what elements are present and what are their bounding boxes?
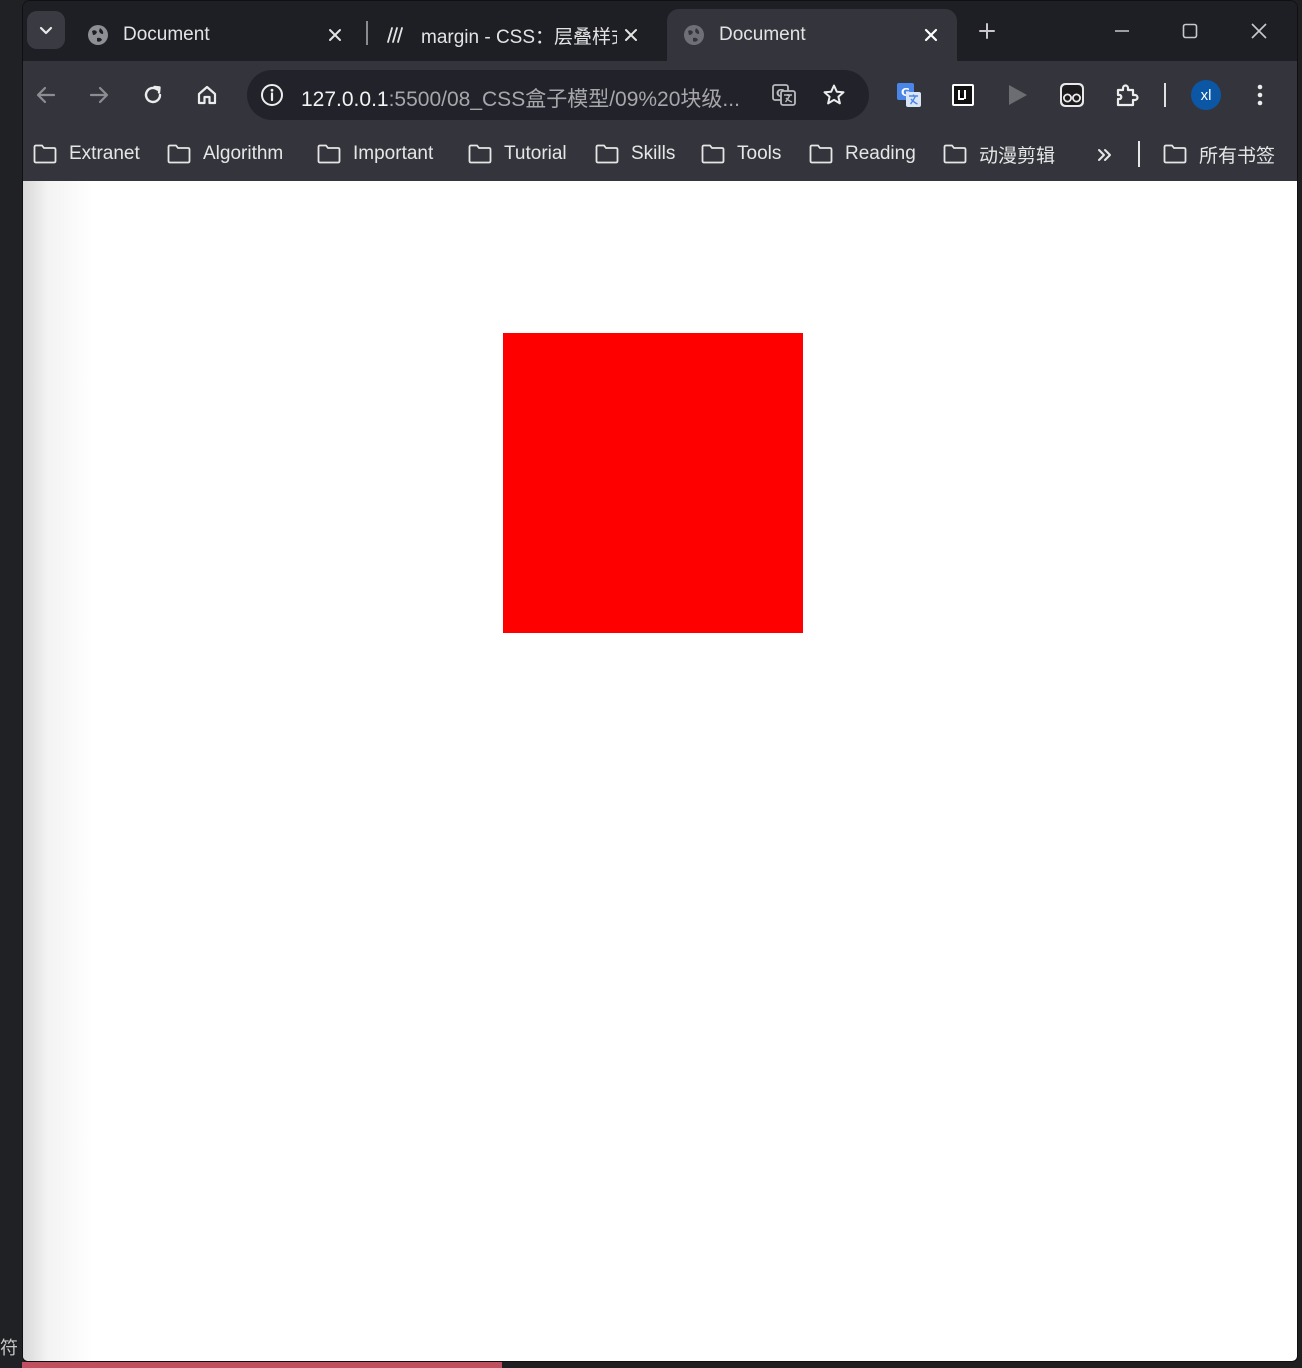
translate-icon[interactable]: G	[769, 80, 799, 110]
more-vertical-icon	[1256, 83, 1264, 107]
bookmarks-bar: Extranet Algorithm Important Tutorial Sk…	[23, 129, 1297, 181]
bookmark-label: Important	[353, 143, 434, 164]
bookmark-folder-anime-edit[interactable]: 动漫剪辑	[943, 139, 1055, 169]
maximize-button[interactable]	[1170, 13, 1210, 49]
folder-icon	[701, 144, 725, 164]
home-icon	[196, 84, 218, 106]
page-viewport	[23, 181, 1297, 1361]
bookmark-label: Tutorial	[504, 143, 567, 164]
url-text[interactable]: 127.0.0.1:5500/08_CSS盒子模型/09%20块级...	[301, 83, 751, 113]
double-chevron-right-icon	[1096, 146, 1114, 164]
close-icon[interactable]	[617, 21, 645, 49]
bookmark-folder-tools[interactable]: Tools	[701, 139, 781, 169]
bookmark-folder-reading[interactable]: Reading	[809, 139, 916, 169]
bookmark-label: 所有书签	[1199, 145, 1276, 167]
reload-icon	[142, 84, 164, 106]
arrow-right-icon	[88, 84, 110, 106]
red-block-box	[503, 333, 803, 633]
bookmark-folder-extranet[interactable]: Extranet	[33, 139, 140, 169]
tab-search-button[interactable]	[27, 11, 65, 49]
folder-icon	[943, 144, 967, 164]
globe-icon	[87, 24, 109, 46]
tab-strip: Document margin - CSS：层叠样式 Document	[23, 1, 1297, 61]
taskbar-accent-strip	[22, 1362, 502, 1368]
google-translate-icon: G	[895, 81, 923, 109]
close-icon[interactable]	[321, 21, 349, 49]
close-window-button[interactable]	[1239, 13, 1279, 49]
folder-icon	[595, 144, 619, 164]
star-icon[interactable]	[819, 80, 849, 110]
forward-button[interactable]	[81, 77, 117, 113]
tab-title: margin - CSS：层叠样式	[421, 26, 617, 48]
bookmark-label: 动漫剪辑	[979, 145, 1056, 167]
tampermonkey-icon	[1058, 81, 1086, 109]
tab-document-active[interactable]: Document	[667, 9, 957, 61]
back-button[interactable]	[28, 77, 64, 113]
bookmark-label: Tools	[737, 143, 782, 164]
tampermonkey-extension[interactable]	[1054, 77, 1090, 113]
folder-icon	[167, 144, 191, 164]
folder-icon	[1163, 144, 1187, 164]
globe-icon	[683, 24, 705, 46]
maximize-icon	[1182, 23, 1198, 39]
tab-title: Document	[123, 24, 210, 45]
reload-button[interactable]	[135, 77, 171, 113]
bookmark-folder-important[interactable]: Important	[317, 139, 433, 169]
profile-avatar[interactable]: xl	[1191, 80, 1221, 110]
toolbar: 127.0.0.1:5500/08_CSS盒子模型/09%20块级... G G	[23, 61, 1297, 129]
bookmark-folder-skills[interactable]: Skills	[595, 139, 675, 169]
new-tab-button[interactable]	[971, 15, 1003, 47]
url-host: 127.0.0.1	[301, 88, 389, 111]
desktop-background: 符	[0, 0, 24, 1368]
bookmarks-separator	[1138, 141, 1140, 167]
folder-icon	[33, 144, 57, 164]
folder-icon	[317, 144, 341, 164]
arrow-left-icon	[35, 84, 57, 106]
extensions-button[interactable]	[1109, 77, 1145, 113]
home-button[interactable]	[189, 77, 225, 113]
left-shadow	[23, 181, 93, 1361]
bookmark-folder-tutorial[interactable]: Tutorial	[468, 139, 567, 169]
close-icon	[1250, 22, 1268, 40]
minimize-button[interactable]	[1102, 13, 1142, 49]
browser-window: Document margin - CSS：层叠样式 Document 127.…	[22, 0, 1298, 1362]
bookmarks-overflow-button[interactable]	[1091, 141, 1119, 169]
bookmark-folder-algorithm[interactable]: Algorithm	[167, 139, 283, 169]
bookmark-label: Extranet	[69, 143, 140, 164]
desktop-text-fragment: 符	[0, 1338, 18, 1359]
url-path: :5500/08_CSS盒子模型/09%20块级...	[388, 88, 740, 111]
google-translate-extension[interactable]: G	[891, 77, 927, 113]
toolbar-separator	[1164, 83, 1166, 107]
mdn-icon	[385, 24, 407, 46]
folder-icon	[809, 144, 833, 164]
minimize-icon	[1114, 23, 1130, 39]
close-icon[interactable]	[917, 21, 945, 49]
bookmark-label: Skills	[631, 143, 676, 164]
tab-separator	[366, 21, 368, 45]
all-bookmarks-folder[interactable]: 所有书签	[1163, 139, 1275, 169]
menu-button[interactable]	[1242, 77, 1278, 113]
bookmark-label: Reading	[845, 143, 916, 164]
address-bar[interactable]: 127.0.0.1:5500/08_CSS盒子模型/09%20块级... G	[247, 70, 869, 120]
info-icon[interactable]	[257, 80, 287, 110]
leetcode-extension[interactable]	[945, 77, 981, 113]
plus-icon	[978, 22, 996, 40]
folder-icon	[468, 144, 492, 164]
bookmark-label: Algorithm	[203, 143, 284, 164]
chevron-down-icon	[38, 22, 54, 38]
tab-document-1[interactable]: Document	[71, 9, 361, 61]
video-player-extension[interactable]	[999, 77, 1035, 113]
leetcode-icon	[950, 82, 976, 108]
tab-title: Document	[719, 24, 806, 45]
tab-mdn-margin[interactable]: margin - CSS：层叠样式	[369, 9, 657, 61]
video-play-icon	[1004, 82, 1030, 108]
puzzle-icon	[1114, 82, 1140, 108]
